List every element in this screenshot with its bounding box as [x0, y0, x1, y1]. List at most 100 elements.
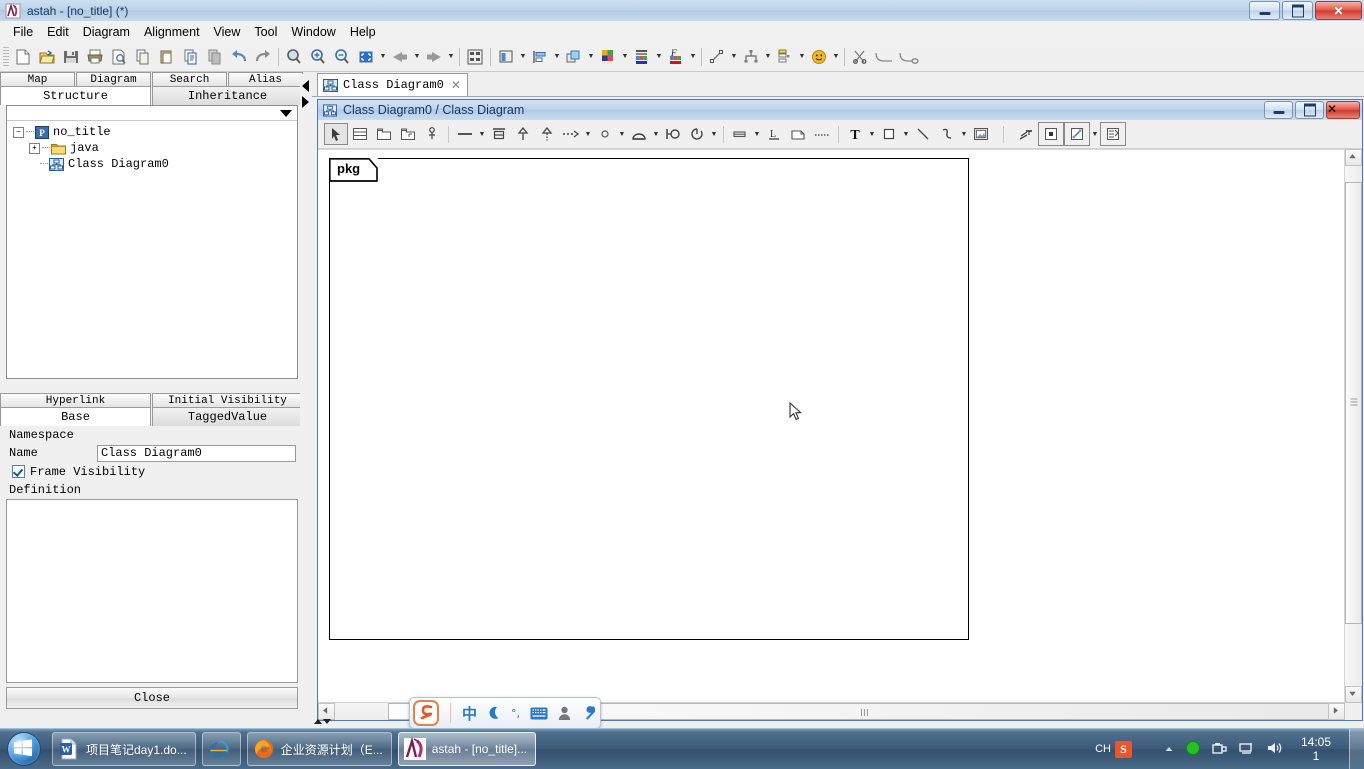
image-icon[interactable] — [969, 123, 993, 145]
zoom-icon[interactable] — [282, 45, 306, 69]
rectangle-icon[interactable] — [877, 123, 901, 145]
corner-line-icon[interactable] — [872, 45, 896, 69]
project-tree[interactable]: − P no_title + java Class Diagram0 — [6, 105, 298, 379]
toolbar-grip[interactable] — [3, 46, 9, 67]
port-icon[interactable] — [661, 123, 685, 145]
soft-keyboard-icon[interactable] — [530, 707, 548, 720]
tray-show-hidden-icon[interactable] — [1164, 742, 1174, 756]
menu-alignment[interactable]: Alignment — [137, 23, 207, 41]
copy-to-clipboard-icon[interactable] — [179, 45, 203, 69]
tab-alias[interactable]: Alias — [228, 72, 303, 86]
font-color-icon[interactable]: F — [664, 45, 688, 69]
frame-visibility-row[interactable]: Frame Visibility — [6, 462, 298, 481]
menu-tool[interactable]: Tool — [247, 23, 284, 41]
tab-search[interactable]: Search — [152, 72, 227, 86]
name-input[interactable]: Class Diagram0 — [97, 444, 296, 462]
rounded-line-icon[interactable] — [896, 45, 920, 69]
frame-icon[interactable] — [1038, 122, 1064, 146]
note-anchor-icon[interactable] — [810, 123, 834, 145]
stereotype-icon[interactable] — [1014, 123, 1038, 145]
mdi-resize-arrows[interactable] — [312, 715, 332, 727]
emoticon-dropdown-arrow-icon[interactable]: ▼ — [831, 45, 841, 69]
canvas-vertical-scrollbar[interactable] — [1344, 149, 1362, 703]
tree-options-caret-icon[interactable] — [280, 110, 292, 117]
menu-help[interactable]: Help — [343, 23, 383, 41]
color-palette-icon[interactable] — [596, 45, 620, 69]
emoticon-icon[interactable] — [807, 45, 831, 69]
package-frame[interactable]: pkg — [329, 158, 969, 640]
usecase-icon[interactable] — [627, 123, 651, 145]
scroll-up-arrow-icon[interactable] — [1345, 149, 1362, 166]
open-project-icon[interactable] — [35, 45, 59, 69]
scroll-right-arrow-icon[interactable] — [1328, 703, 1345, 720]
list-dropdown-arrow-icon[interactable]: ▼ — [797, 45, 807, 69]
hierarchy-icon[interactable] — [739, 45, 763, 69]
chinese-mode-icon[interactable]: 中 — [462, 703, 477, 724]
restore-button[interactable] — [1282, 1, 1313, 20]
tree-item-no-title[interactable]: − P no_title — [13, 124, 297, 140]
tray-volume-icon[interactable] — [1266, 740, 1284, 759]
minimize-button[interactable] — [1249, 1, 1280, 20]
group-dropdown-arrow-icon[interactable]: ▼ — [586, 45, 596, 69]
menu-file[interactable]: File — [6, 23, 40, 41]
sogou-logo-icon[interactable] — [413, 700, 439, 726]
group-icon[interactable] — [562, 45, 586, 69]
close-button[interactable]: ✕ — [1315, 1, 1362, 20]
generalization-icon[interactable] — [511, 123, 535, 145]
cut-link-icon[interactable] — [848, 45, 872, 69]
tray-safe-removal-icon[interactable] — [1211, 740, 1228, 759]
tray-language-indicator[interactable]: CH — [1095, 743, 1111, 755]
tree-item-class-diagram0[interactable]: Class Diagram0 — [13, 156, 297, 172]
rectangle-dropdown-arrow-icon[interactable]: ▼ — [901, 122, 911, 146]
taskbar-item-internet-explorer[interactable] — [201, 732, 241, 766]
tab-map[interactable]: Map — [0, 72, 75, 86]
align-dropdown-arrow-icon[interactable]: ▼ — [552, 45, 562, 69]
start-button[interactable] — [2, 731, 46, 767]
attribute-icon[interactable] — [487, 123, 511, 145]
tree-item-java[interactable]: + java — [13, 140, 297, 156]
show-desktop-button[interactable] — [1349, 729, 1364, 769]
splitter-collapse-left-icon[interactable] — [302, 80, 309, 92]
redo-icon[interactable] — [251, 45, 275, 69]
menu-window[interactable]: Window — [284, 23, 342, 41]
interface-small-icon[interactable] — [593, 123, 617, 145]
instance-icon[interactable] — [728, 123, 752, 145]
tray-green-circle-icon[interactable] — [1185, 740, 1201, 759]
paste-special-icon[interactable] — [203, 45, 227, 69]
dependency-icon[interactable] — [559, 123, 583, 145]
tray-sogou-icon[interactable]: S — [1115, 740, 1132, 758]
dependency-dropdown-arrow-icon[interactable]: ▼ — [583, 122, 593, 146]
taskbar-item-firefox[interactable]: 企业资源计划（E... — [246, 732, 392, 766]
tree-expander-collapse-icon[interactable]: − — [13, 126, 24, 138]
line-icon[interactable] — [911, 123, 935, 145]
forward-icon[interactable] — [422, 45, 446, 69]
tab-diagram[interactable]: Diagram — [76, 72, 151, 86]
zoom-in-icon[interactable] — [306, 45, 330, 69]
panel-splitter[interactable] — [300, 74, 312, 728]
fill-color-icon[interactable] — [630, 45, 654, 69]
note-icon[interactable] — [786, 123, 810, 145]
tray-network-icon[interactable] — [1238, 740, 1256, 759]
freehand-icon[interactable] — [935, 123, 959, 145]
association-dropdown-arrow-icon[interactable]: ▼ — [477, 122, 487, 146]
scroll-down-arrow-icon[interactable] — [1345, 686, 1362, 703]
tab-initial-visibility[interactable]: Initial Visibility — [152, 393, 303, 407]
connector-dropdown-arrow-icon[interactable]: ▼ — [1090, 122, 1100, 146]
required-interface-icon[interactable] — [685, 123, 709, 145]
fill-dropdown-arrow-icon[interactable]: ▼ — [654, 45, 664, 69]
tab-structure[interactable]: Structure — [0, 86, 151, 105]
select-tool-icon[interactable] — [324, 123, 348, 145]
list-style-icon[interactable] — [773, 45, 797, 69]
vertical-scroll-thumb[interactable] — [1345, 182, 1362, 624]
back-dropdown-arrow-icon[interactable]: ▼ — [412, 45, 422, 69]
layout-icon[interactable] — [494, 45, 518, 69]
text-icon[interactable]: T — [843, 123, 867, 145]
freehand-dropdown-arrow-icon[interactable]: ▼ — [959, 122, 969, 146]
font-dropdown-arrow-icon[interactable]: ▼ — [688, 45, 698, 69]
align-icon[interactable] — [528, 45, 552, 69]
tab-inheritance[interactable]: Inheritance — [152, 86, 303, 105]
interface-dropdown-arrow-icon[interactable]: ▼ — [617, 122, 627, 146]
taskbar-clock[interactable]: 14:05 1 — [1289, 735, 1343, 763]
class-icon[interactable] — [348, 123, 372, 145]
undo-icon[interactable] — [227, 45, 251, 69]
